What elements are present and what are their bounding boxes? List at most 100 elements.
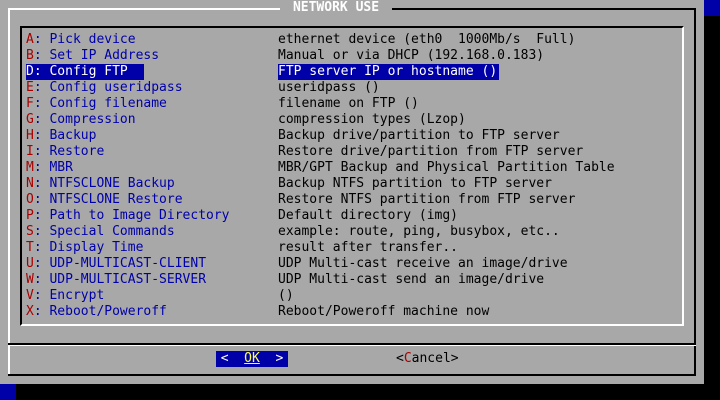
menu-item-label: : Special Commands	[33, 224, 175, 239]
menu-item-p[interactable]: P: Path to Image Directory Default direct…	[0, 208, 704, 224]
menu-item-e[interactable]: E: Config useridpass useridpass ()	[0, 80, 704, 96]
menu-item-label: : NTFSCLONE Backup	[33, 176, 175, 191]
menu-item-description: result after transfer..	[278, 240, 459, 255]
menu-item-hotkey: D	[26, 64, 34, 79]
menu-item-n[interactable]: N: NTFSCLONE Backup Backup NTFS partition…	[0, 176, 704, 192]
ok-button-hotkey: OK	[244, 351, 260, 366]
menu-item-u[interactable]: U: UDP-MULTICAST-CLIENT UDP Multi-cast re…	[0, 256, 704, 272]
menu-item-tag: F: Config filename	[26, 96, 258, 112]
menu-item-hotkey: U	[26, 256, 34, 271]
menu-item-label: : Config useridpass	[33, 80, 183, 95]
menu-item-description: ()	[278, 288, 294, 303]
menu-item-hotkey: M	[26, 160, 34, 175]
menu-item-description: FTP server IP or hostname ()	[278, 64, 500, 80]
menu-item-tag: P: Path to Image Directory	[26, 208, 258, 224]
menu-item-tag: B: Set IP Address	[26, 48, 258, 64]
menu-item-h[interactable]: H: Backup Backup drive/partition to FTP s…	[0, 128, 704, 144]
menu-item-d[interactable]: D: Config FTP FTP server IP or hostname (…	[0, 64, 704, 80]
menu-item-label: : UDP-MULTICAST-SERVER	[33, 272, 207, 287]
cancel-button-hotkey: C	[403, 351, 412, 366]
menu-item-description: Restore NTFS partition from FTP server	[278, 192, 576, 207]
menu-item-label: : Compression	[33, 112, 136, 127]
menu-list: A: Pick device ethernet device (eth0 1000…	[0, 0, 704, 320]
menu-item-w[interactable]: W: UDP-MULTICAST-SERVER UDP Multi-cast se…	[0, 272, 704, 288]
menu-item-tag: I: Restore	[26, 144, 258, 160]
cancel-button[interactable]: <Cancel>	[396, 351, 459, 367]
menu-item-description: Default directory (img)	[278, 208, 459, 223]
menu-item-label: : Set IP Address	[33, 48, 160, 63]
menu-item-tag: U: UDP-MULTICAST-CLIENT	[26, 256, 258, 272]
menu-item-description: UDP Multi-cast send an image/drive	[278, 272, 545, 287]
menu-item-description: example: route, ping, busybox, etc..	[278, 224, 560, 239]
menu-item-hotkey: E	[26, 80, 34, 95]
menu-item-i[interactable]: I: Restore Restore drive/partition from F…	[0, 144, 704, 160]
menu-item-label: : Config filename	[33, 96, 167, 111]
menu-item-tag: G: Compression	[26, 112, 258, 128]
menu-item-g[interactable]: G: Compression compression types (Lzop)	[0, 112, 704, 128]
menu-item-tag: V: Encrypt	[26, 288, 258, 304]
menu-item-label: : NTFSCLONE Restore	[33, 192, 183, 207]
menu-item-f[interactable]: F: Config filename filename on FTP ()	[0, 96, 704, 112]
menu-item-tag: H: Backup	[26, 128, 258, 144]
menu-item-description: Restore drive/partition from FTP server	[278, 144, 584, 159]
menu-item-tag: N: NTFSCLONE Backup	[26, 176, 258, 192]
menu-item-hotkey: T	[26, 240, 34, 255]
dialog-shadow-right	[704, 16, 720, 400]
menu-item-hotkey: O	[26, 192, 34, 207]
menu-item-tag: S: Special Commands	[26, 224, 258, 240]
menu-item-label: : Pick device	[33, 32, 136, 47]
menu-item-hotkey: H	[26, 128, 34, 143]
dialog-shadow-bottom	[16, 384, 720, 400]
menu-item-tag: A: Pick device	[26, 32, 258, 48]
menu-item-tag: O: NTFSCLONE Restore	[26, 192, 258, 208]
cancel-button-right: ancel>	[411, 351, 459, 366]
menu-item-hotkey: P	[26, 208, 34, 223]
menu-item-x[interactable]: X: Reboot/Poweroff Reboot/Poweroff machin…	[0, 304, 704, 320]
menu-item-hotkey: F	[26, 96, 34, 111]
menu-item-hotkey: G	[26, 112, 34, 127]
menu-item-description: Reboot/Poweroff machine now	[278, 304, 490, 319]
menu-item-hotkey: B	[26, 48, 34, 63]
frame-bottom	[8, 374, 696, 376]
menu-item-tag: T: Display Time	[26, 240, 258, 256]
menu-item-s[interactable]: S: Special Commands example: route, ping,…	[0, 224, 704, 240]
cancel-button-left: <	[396, 351, 404, 366]
menu-item-description: MBR/GPT Backup and Physical Partition Ta…	[278, 160, 615, 175]
menu-item-description: compression types (Lzop)	[278, 112, 466, 127]
menu-item-label: : Config FTP	[33, 64, 128, 79]
ok-button-right: >	[259, 351, 284, 366]
menu-item-hotkey: N	[26, 176, 34, 191]
menu-item-tag: W: UDP-MULTICAST-SERVER	[26, 272, 258, 288]
menu-item-hotkey: A	[26, 32, 34, 47]
menu-item-label: : Display Time	[33, 240, 144, 255]
menu-item-hotkey: V	[26, 288, 34, 303]
menu-item-b[interactable]: B: Set IP Address Manual or via DHCP (192…	[0, 48, 704, 64]
menu-item-hotkey: W	[26, 272, 34, 287]
menu-item-description: Backup drive/partition to FTP server	[278, 128, 560, 143]
menu-item-label: : MBR	[33, 160, 73, 175]
menu-item-hotkey: I	[26, 144, 34, 159]
menu-item-v[interactable]: V: Encrypt ()	[0, 288, 704, 304]
menu-item-label: : Encrypt	[33, 288, 105, 303]
menu-item-description: Manual or via DHCP (192.168.0.183)	[278, 48, 545, 63]
menu-item-label: : Restore	[33, 144, 105, 159]
menu-item-o[interactable]: O: NTFSCLONE Restore Restore NTFS partiti…	[0, 192, 704, 208]
menu-item-description: useridpass ()	[278, 80, 380, 95]
menu-item-hotkey: S	[26, 224, 34, 239]
menu-item-label: : Backup	[33, 128, 97, 143]
menu-item-t[interactable]: T: Display Time result after transfer..	[0, 240, 704, 256]
menu-item-label: : Reboot/Poweroff	[33, 304, 167, 319]
ok-button[interactable]: < OK >	[216, 351, 288, 367]
menu-item-m[interactable]: M: MBR MBR/GPT Backup and Physical Partit…	[0, 160, 704, 176]
network-use-dialog: NETWORK USE A: Pick device ethernet devic…	[0, 0, 704, 384]
menu-item-a[interactable]: A: Pick device ethernet device (eth0 1000…	[0, 32, 704, 48]
ok-button-left: <	[220, 351, 245, 366]
menu-item-tag: D: Config FTP	[26, 64, 144, 80]
menu-item-description: ethernet device (eth0 1000Mb/s Full)	[278, 32, 576, 47]
menu-item-hotkey: X	[26, 304, 34, 319]
menu-item-label: : UDP-MULTICAST-CLIENT	[33, 256, 207, 271]
button-separator-highlight	[8, 345, 696, 346]
menu-item-tag: X: Reboot/Poweroff	[26, 304, 258, 320]
menu-item-label: : Path to Image Directory	[33, 208, 230, 223]
menu-item-description: filename on FTP ()	[278, 96, 419, 111]
